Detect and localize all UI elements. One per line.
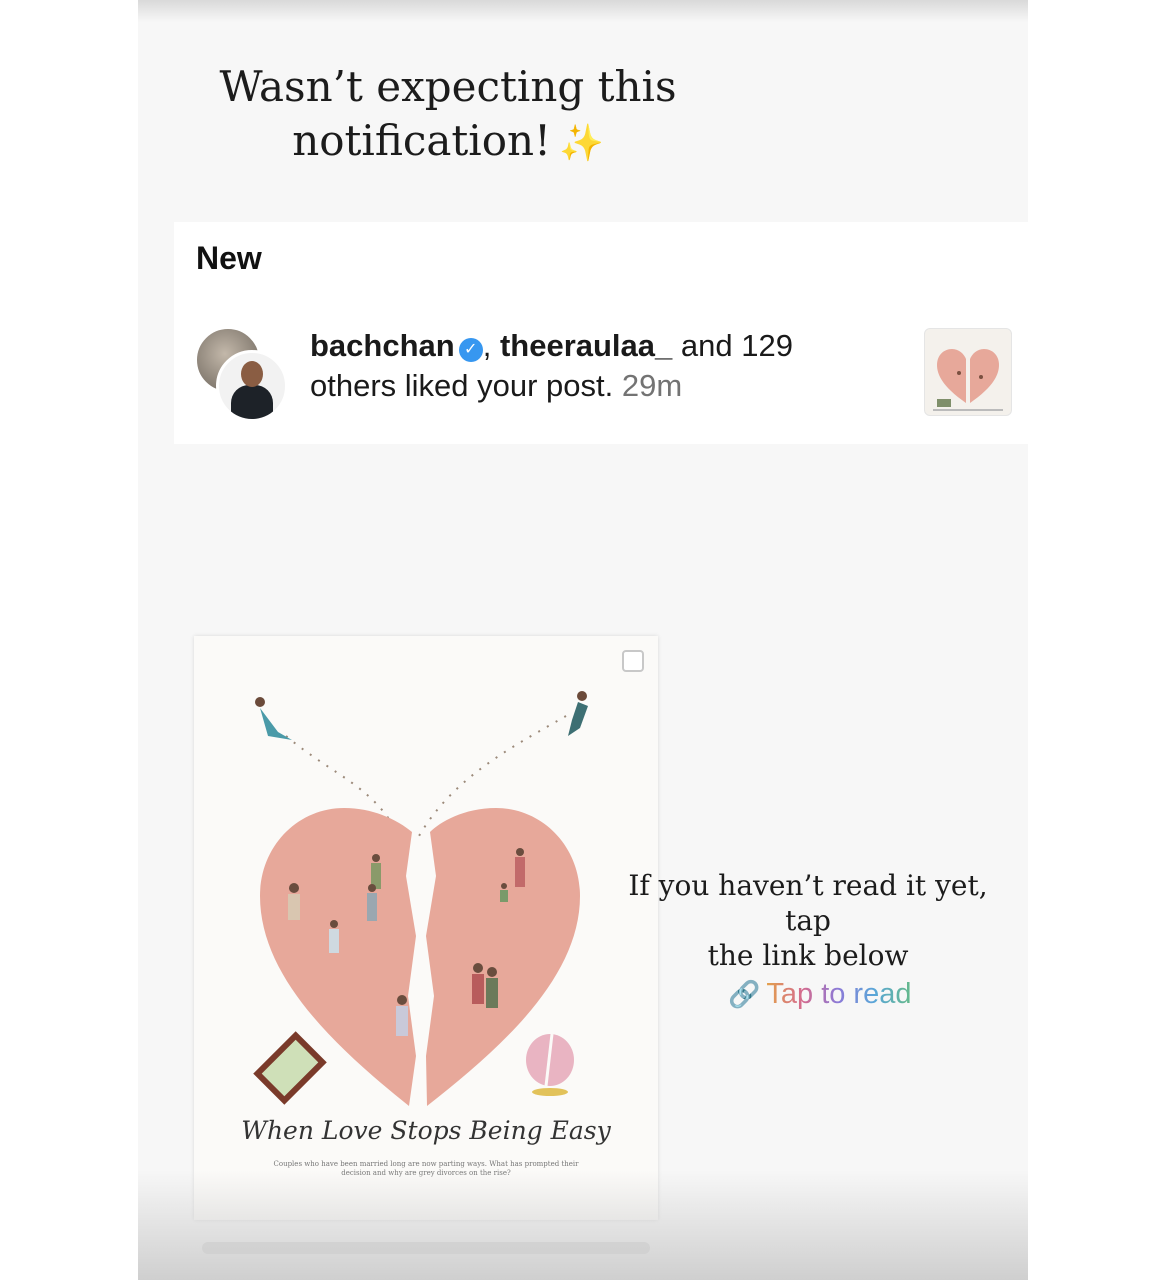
link-sticker[interactable]: 🔗 Tap to read [728, 974, 911, 1014]
username-1[interactable]: bachchan [310, 328, 455, 363]
avatar-front [216, 350, 288, 422]
verified-badge-icon: ✓ [458, 338, 483, 362]
avatar-face [241, 361, 263, 387]
caption-line-2: notification! ✨ [138, 114, 758, 171]
notification-time: 29m [621, 368, 683, 403]
walker-woman [255, 697, 292, 740]
story-frame: Wasn’t expecting this notification! ✨ New… [138, 0, 1028, 1280]
bottom-fade [138, 1170, 1028, 1280]
cta-text: If you haven’t read it yet, tap the link… [608, 868, 1008, 973]
username-2[interactable]: theeraulaa_ [500, 328, 672, 363]
notification-screenshot: New bachchan ✓, theeraulaa_ and 129 other… [174, 222, 1028, 444]
link-icon: 🔗 [728, 979, 761, 1009]
walker-man [568, 691, 588, 736]
post-preview-card[interactable]: When Love Stops Being Easy Couples who h… [194, 636, 658, 1220]
post-title: When Love Stops Being Easy [241, 1116, 611, 1145]
link-label: Tap to read [766, 978, 912, 1010]
caption-line-2-text: notification! [292, 116, 551, 165]
top-fade [138, 0, 1028, 22]
cta-line-1: If you haven’t read it yet, tap [628, 869, 988, 937]
likes-count-text: and 129 [672, 328, 793, 363]
story-caption: Wasn’t expecting this notification! ✨ [138, 60, 758, 171]
broken-heart-illustration [253, 691, 588, 1106]
avatar-body [231, 385, 273, 419]
avatar-stack[interactable] [194, 326, 289, 422]
post-thumbnail[interactable] [924, 328, 1012, 416]
sparkle-icon: ✨ [558, 123, 604, 164]
notification-text[interactable]: bachchan ✓, theeraulaa_ and 129 others li… [310, 326, 870, 406]
cta-line-2: the link below [707, 939, 909, 972]
section-label-new: New [196, 240, 262, 276]
caption-line-1: Wasn’t expecting this [219, 62, 677, 111]
thumbnail-heart-icon [933, 349, 1003, 411]
separator: , [482, 328, 500, 363]
liked-post-text: others liked your post. [310, 368, 614, 403]
piggy-bank [526, 1033, 574, 1096]
